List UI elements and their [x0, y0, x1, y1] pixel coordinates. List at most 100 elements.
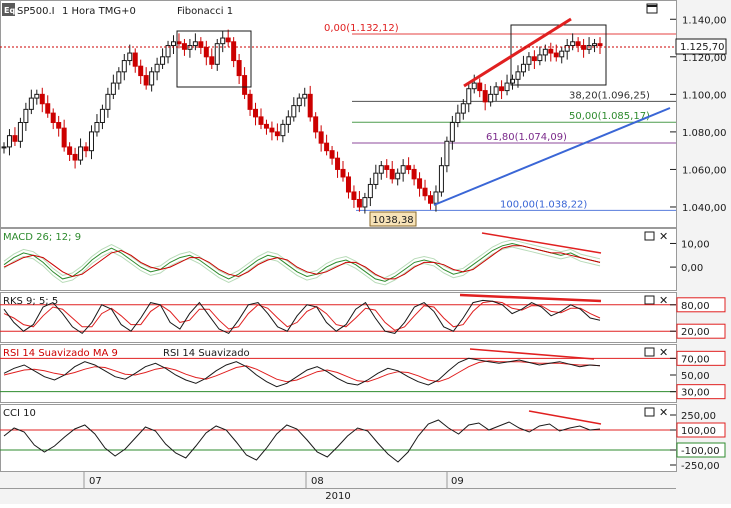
- candle-body: [422, 187, 428, 197]
- candle-body: [72, 153, 78, 161]
- current-price-tag: 1.125,70: [675, 38, 727, 55]
- candle-body: [160, 56, 166, 65]
- macd-close-icon[interactable]: ✕: [659, 230, 668, 243]
- candle-body: [231, 41, 237, 62]
- x-tick-08: 08: [311, 476, 324, 487]
- candle-body: [329, 150, 335, 159]
- candle-body: [531, 56, 537, 62]
- candle-body: [258, 116, 264, 125]
- candle-body: [274, 131, 280, 137]
- stochastic-title[interactable]: RKS 9; 5; 5: [3, 296, 58, 307]
- candle-body: [362, 197, 368, 208]
- candle-body: [94, 122, 100, 133]
- candle-body: [39, 93, 45, 105]
- candle-body: [192, 41, 198, 47]
- candle-body: [564, 45, 570, 52]
- candle-body: [263, 123, 269, 129]
- price-tick-label: 1.040,00: [682, 203, 727, 214]
- candle-body: [61, 127, 67, 148]
- candle-body: [499, 86, 505, 92]
- candle-body: [225, 37, 231, 43]
- indicator-tick-label: 20,00: [681, 327, 710, 338]
- candle-body: [378, 165, 384, 174]
- candle-body: [373, 172, 379, 185]
- candle-body: [471, 82, 477, 90]
- candle-body: [455, 112, 461, 124]
- candle-body: [34, 93, 40, 99]
- candle-body: [324, 142, 330, 152]
- candle-body: [406, 165, 412, 170]
- candle-body: [45, 103, 51, 114]
- candle-body: [411, 168, 417, 180]
- candle-body: [247, 93, 253, 110]
- cci-title[interactable]: CCI 10: [3, 408, 36, 419]
- rsi-maximize-icon[interactable]: [644, 347, 655, 357]
- candle-body: [236, 60, 242, 77]
- macd-title[interactable]: MACD 26; 12; 9: [3, 232, 81, 243]
- candle-body: [56, 122, 62, 129]
- cci-close-icon[interactable]: ✕: [659, 406, 668, 419]
- candle-body: [592, 43, 598, 47]
- candle-body: [482, 90, 488, 103]
- indicator-tick-label: -100,00: [681, 446, 720, 457]
- candle-body: [477, 82, 483, 92]
- candle-body: [395, 172, 401, 180]
- candle-body: [253, 108, 259, 118]
- candle-body: [296, 97, 302, 107]
- candle-body: [17, 122, 23, 142]
- candle-body: [449, 122, 455, 142]
- fib-level-label: 0,00(1.132,12): [324, 23, 399, 34]
- candle-body: [110, 82, 116, 95]
- candle-body: [438, 165, 444, 193]
- indicator-tick-label: 0,00: [681, 263, 703, 274]
- candle-body: [99, 108, 105, 124]
- candle-body: [28, 97, 34, 110]
- indicator-tick-label: 80,00: [681, 301, 710, 312]
- chart-canvas: 0,00(1.132,12)38,20(1.096,25)50,00(1.085…: [0, 0, 731, 504]
- fib-level-label: 38,20(1.096,25): [569, 90, 650, 101]
- candle-body: [575, 41, 581, 47]
- candle-body: [520, 63, 526, 73]
- candle-body: [132, 52, 138, 67]
- candle-body: [537, 54, 543, 62]
- x-year-label: 2010: [325, 491, 350, 502]
- candle-body: [121, 60, 127, 73]
- rsi-title[interactable]: RSI 14 Suavizado: [163, 348, 250, 359]
- current-price-text: 1.125,70: [680, 42, 725, 53]
- candle-body: [515, 71, 521, 80]
- chart-window: 0,00(1.132,12) 38,20(1.096,25) 50,00(1.085…: [0, 0, 731, 504]
- fib-level-label: 100,00(1.038,22): [500, 199, 587, 210]
- macd-maximize-icon[interactable]: [644, 231, 655, 241]
- candle-body: [444, 140, 450, 167]
- candle-body: [356, 198, 362, 208]
- cci-maximize-icon[interactable]: [644, 407, 655, 417]
- rsi-ma-title[interactable]: RSI 14 Suavizado MA 9: [3, 348, 118, 359]
- price-tick-label: 1.100,00: [682, 90, 727, 101]
- chart-header: Eq SP500.I 1 Hora TMG+0 Fibonacci 1: [2, 3, 233, 17]
- candle-body: [313, 116, 319, 133]
- indicator-tick-label: 250,00: [681, 411, 716, 422]
- indicator-tick-label: 100,00: [681, 426, 716, 437]
- candle-body: [78, 146, 84, 161]
- symbol-label: SP500.I: [17, 6, 55, 17]
- candle-body: [335, 157, 341, 170]
- candle-body: [105, 93, 111, 110]
- candle-body: [23, 108, 29, 124]
- fib-level-label: 61,80(1.074,09): [486, 132, 567, 143]
- candle-body: [389, 168, 395, 180]
- indicator-tick-label: 10,00: [681, 239, 710, 250]
- candle-body: [548, 48, 554, 54]
- candle-body: [149, 71, 155, 86]
- candle-body: [203, 46, 209, 58]
- study-label[interactable]: Fibonacci 1: [177, 6, 233, 17]
- candle-body: [67, 146, 73, 155]
- x-tick-07: 07: [89, 476, 102, 487]
- candle-body: [88, 131, 94, 152]
- candle-body: [1, 146, 7, 149]
- timeframe-label: 1 Hora TMG+0: [62, 6, 136, 17]
- rsi-close-icon[interactable]: ✕: [659, 346, 668, 359]
- candle-body: [12, 135, 18, 142]
- price-tick-label: 1.060,00: [682, 165, 727, 176]
- stoch-maximize-icon[interactable]: [644, 295, 655, 305]
- candle-body: [127, 52, 133, 62]
